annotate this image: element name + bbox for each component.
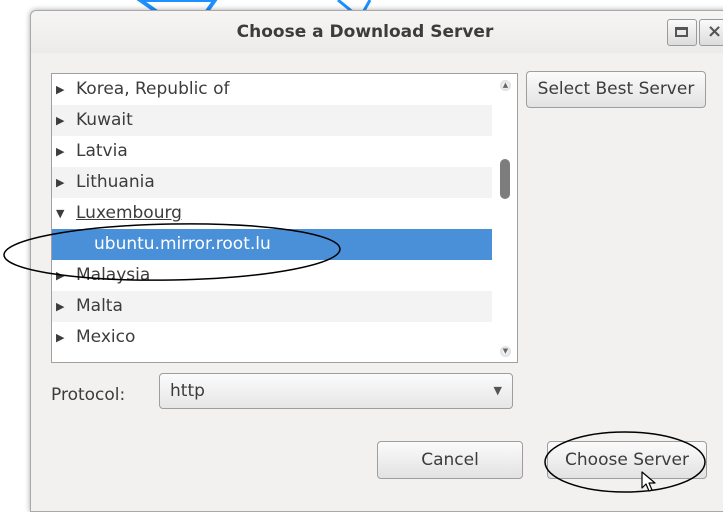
list-item-label: Mexico xyxy=(76,327,136,347)
list-item-lithuania[interactable]: ▶ Lithuania xyxy=(52,167,492,198)
list-item-label: Kuwait xyxy=(76,110,133,130)
dialog-title: Choose a Download Server xyxy=(236,22,494,42)
expander-icon[interactable]: ▶ xyxy=(56,167,70,198)
list-item-label: Luxembourg xyxy=(76,203,182,223)
server-tree-list[interactable]: ▶ Korea, Republic of ▶ Kuwait ▶ Latvia ▶… xyxy=(51,73,518,363)
expander-icon[interactable]: ▶ xyxy=(56,136,70,167)
close-icon: × xyxy=(707,21,723,42)
scroll-thumb[interactable] xyxy=(500,159,510,199)
list-item-label: Lithuania xyxy=(76,172,155,192)
expander-icon[interactable]: ▶ xyxy=(56,260,70,291)
maximize-icon xyxy=(675,27,688,37)
protocol-dropdown[interactable]: http ▼ xyxy=(159,373,513,409)
list-item-label: Latvia xyxy=(76,141,128,161)
protocol-label: Protocol: xyxy=(51,385,126,405)
list-item-kuwait[interactable]: ▶ Kuwait xyxy=(52,105,492,136)
list-scrollbar[interactable]: ▲ ▼ xyxy=(493,74,517,362)
expander-icon[interactable]: ▶ xyxy=(56,322,70,353)
expander-icon[interactable]: ▶ xyxy=(56,291,70,322)
list-item-malta[interactable]: ▶ Malta xyxy=(52,291,492,322)
select-best-server-button[interactable]: Select Best Server xyxy=(526,71,706,108)
mouse-pointer-icon xyxy=(641,471,656,492)
close-button[interactable]: × xyxy=(699,19,723,46)
protocol-value: http xyxy=(170,381,205,401)
scroll-up-icon[interactable]: ▲ xyxy=(500,80,511,91)
cancel-button[interactable]: Cancel xyxy=(377,441,523,479)
maximize-button[interactable] xyxy=(667,19,697,46)
list-item-mexico[interactable]: ▶ Mexico xyxy=(52,322,492,353)
list-item-label: Korea, Republic of xyxy=(76,79,230,99)
list-item-latvia[interactable]: ▶ Latvia xyxy=(52,136,492,167)
choose-server-button[interactable]: Choose Server xyxy=(547,441,707,479)
list-item-label: ubuntu.mirror.root.lu xyxy=(94,234,271,254)
dropdown-arrow-icon: ▼ xyxy=(493,384,502,397)
expander-icon[interactable]: ▶ xyxy=(56,105,70,136)
list-item-label: Malta xyxy=(76,296,123,316)
list-item-mirror-selected[interactable]: ubuntu.mirror.root.lu xyxy=(52,229,492,260)
download-server-dialog: Choose a Download Server × ▶ Korea, Repu… xyxy=(30,10,723,512)
list-item-malaysia[interactable]: ▶ Malaysia xyxy=(52,260,492,291)
list-item-korea[interactable]: ▶ Korea, Republic of xyxy=(52,74,492,105)
title-bar: Choose a Download Server × xyxy=(31,11,723,53)
list-item-luxembourg[interactable]: ▼ Luxembourg xyxy=(52,198,492,229)
expander-icon[interactable]: ▼ xyxy=(56,198,70,229)
list-item-label: Malaysia xyxy=(76,265,151,285)
expander-icon[interactable]: ▶ xyxy=(56,74,70,105)
scroll-down-icon[interactable]: ▼ xyxy=(500,346,511,357)
